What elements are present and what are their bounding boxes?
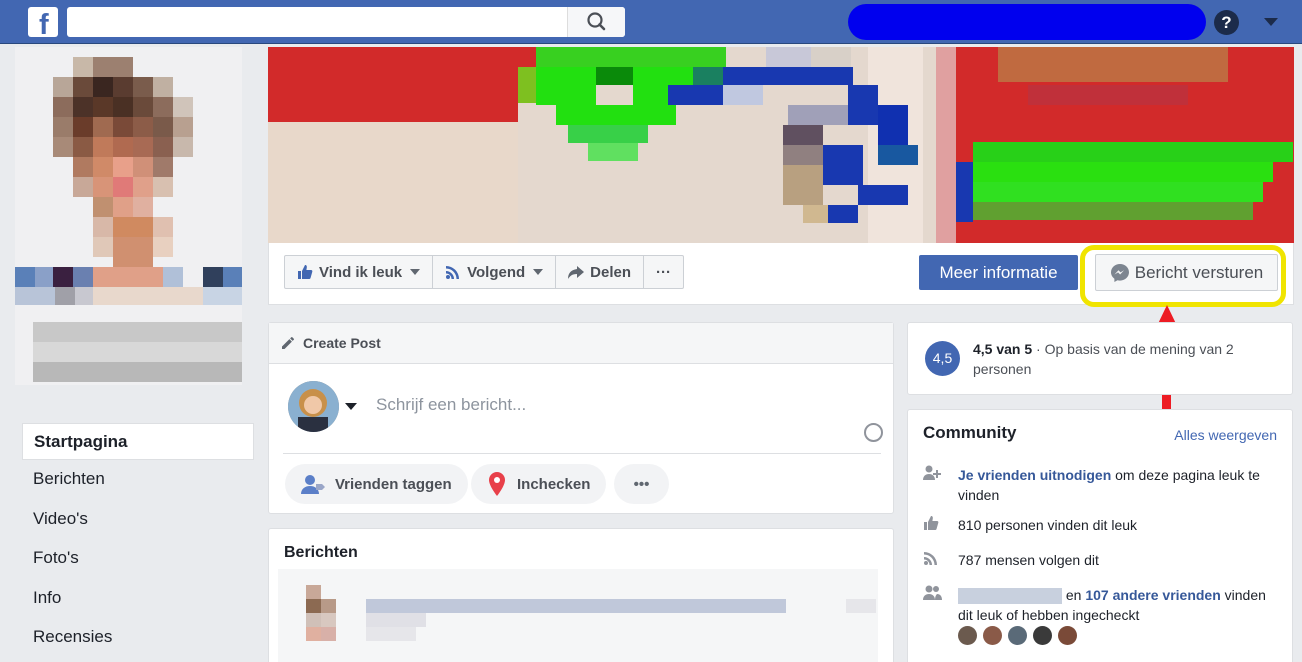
emoji-icon[interactable] xyxy=(864,423,883,442)
thumbs-up-icon xyxy=(298,265,313,279)
account-menu-caret-icon[interactable] xyxy=(1264,18,1278,26)
see-all-link[interactable]: Alles weergeven xyxy=(1174,427,1277,443)
friends-icon xyxy=(923,585,942,625)
follows-row: 787 mensen volgen dit xyxy=(923,550,1283,571)
location-pin-icon xyxy=(489,472,505,496)
friends-row: en 107 andere vrienden vinden dit leuk o… xyxy=(923,585,1283,625)
more-composer-options-button[interactable]: ••• xyxy=(614,464,669,504)
invite-friends-link[interactable]: Je vrienden uitnodigen xyxy=(958,467,1111,483)
page-navigation: Startpagina Berichten Video's Foto's Inf… xyxy=(22,423,254,658)
divider xyxy=(283,453,881,454)
share-arrow-icon xyxy=(568,266,585,279)
invite-friends-row: Je vrienden uitnodigen om deze pagina le… xyxy=(923,465,1283,505)
rating-badge: 4,5 xyxy=(925,341,960,376)
user-avatar[interactable] xyxy=(288,381,339,432)
redacted-friend-name xyxy=(958,588,1062,605)
cover-photo[interactable] xyxy=(268,47,1294,243)
community-card: Community Alles weergeven Je vrienden ui… xyxy=(907,409,1293,662)
posts-title: Berichten xyxy=(284,544,358,561)
likes-row: 810 personen vinden dit leuk xyxy=(923,515,1283,536)
page-profile-picture[interactable] xyxy=(15,47,242,385)
friend-avatar[interactable] xyxy=(983,626,1002,645)
thumbs-up-icon xyxy=(923,515,942,536)
nav-item-recensies[interactable]: Recensies xyxy=(22,618,254,658)
nav-item-info[interactable]: Info xyxy=(22,579,254,619)
audience-dropdown-icon[interactable] xyxy=(345,403,357,410)
nav-item-videos[interactable]: Video's xyxy=(22,500,254,540)
post-composer-input[interactable]: Schrijf een bericht... xyxy=(376,395,526,415)
search-button[interactable] xyxy=(567,7,625,37)
create-post-header[interactable]: Create Post xyxy=(269,323,893,364)
community-title: Community xyxy=(923,423,1017,442)
more-information-button[interactable]: Meer informatie xyxy=(919,255,1078,290)
nav-item-fotos[interactable]: Foto's xyxy=(22,539,254,579)
more-options-button[interactable]: ··· xyxy=(644,256,683,288)
pixelated-cover-image xyxy=(268,47,1294,243)
rss-follow-icon xyxy=(923,550,942,571)
search-icon xyxy=(587,12,606,31)
nav-item-berichten[interactable]: Berichten xyxy=(22,460,254,500)
friend-avatar[interactable] xyxy=(1058,626,1077,645)
tag-friends-button[interactable]: Vrienden taggen xyxy=(285,464,468,504)
friend-avatar[interactable] xyxy=(1008,626,1027,645)
help-icon[interactable]: ? xyxy=(1214,10,1239,35)
facebook-logo[interactable]: f xyxy=(28,7,58,37)
rating-summary[interactable]: 4,5 van 5 · Op basis van de mening van 2… xyxy=(973,339,1273,379)
check-in-button[interactable]: Inchecken xyxy=(471,464,607,504)
create-post-card: Create Post Schrijf een bericht... Vrien… xyxy=(268,322,894,514)
tag-friends-icon xyxy=(301,475,325,494)
redacted-account-name xyxy=(848,4,1206,40)
rss-follow-icon xyxy=(446,266,460,279)
pixelated-profile-image xyxy=(15,47,242,385)
invite-friends-icon xyxy=(923,465,942,505)
friend-avatar[interactable] xyxy=(958,626,977,645)
rating-card: 4,5 4,5 van 5 · Op basis van de mening v… xyxy=(907,322,1293,395)
follow-button[interactable]: Volgend xyxy=(433,256,557,288)
share-button[interactable]: Delen xyxy=(556,256,645,288)
pencil-icon xyxy=(282,336,295,349)
pixelated-post-preview xyxy=(278,569,878,662)
like-button[interactable]: Vind ik leuk xyxy=(285,256,434,288)
other-friends-link[interactable]: 107 andere vrienden xyxy=(1085,587,1220,603)
top-bar: f ? xyxy=(0,0,1302,44)
nav-item-startpagina[interactable]: Startpagina xyxy=(22,423,254,460)
friend-avatar[interactable] xyxy=(1033,626,1052,645)
friend-avatars xyxy=(958,626,1077,645)
search-input[interactable] xyxy=(67,7,625,37)
posts-section: Berichten xyxy=(268,528,894,662)
page-action-buttons: Vind ik leuk Volgend Delen ··· xyxy=(284,255,685,289)
yellow-highlight-annotation xyxy=(1080,245,1286,307)
